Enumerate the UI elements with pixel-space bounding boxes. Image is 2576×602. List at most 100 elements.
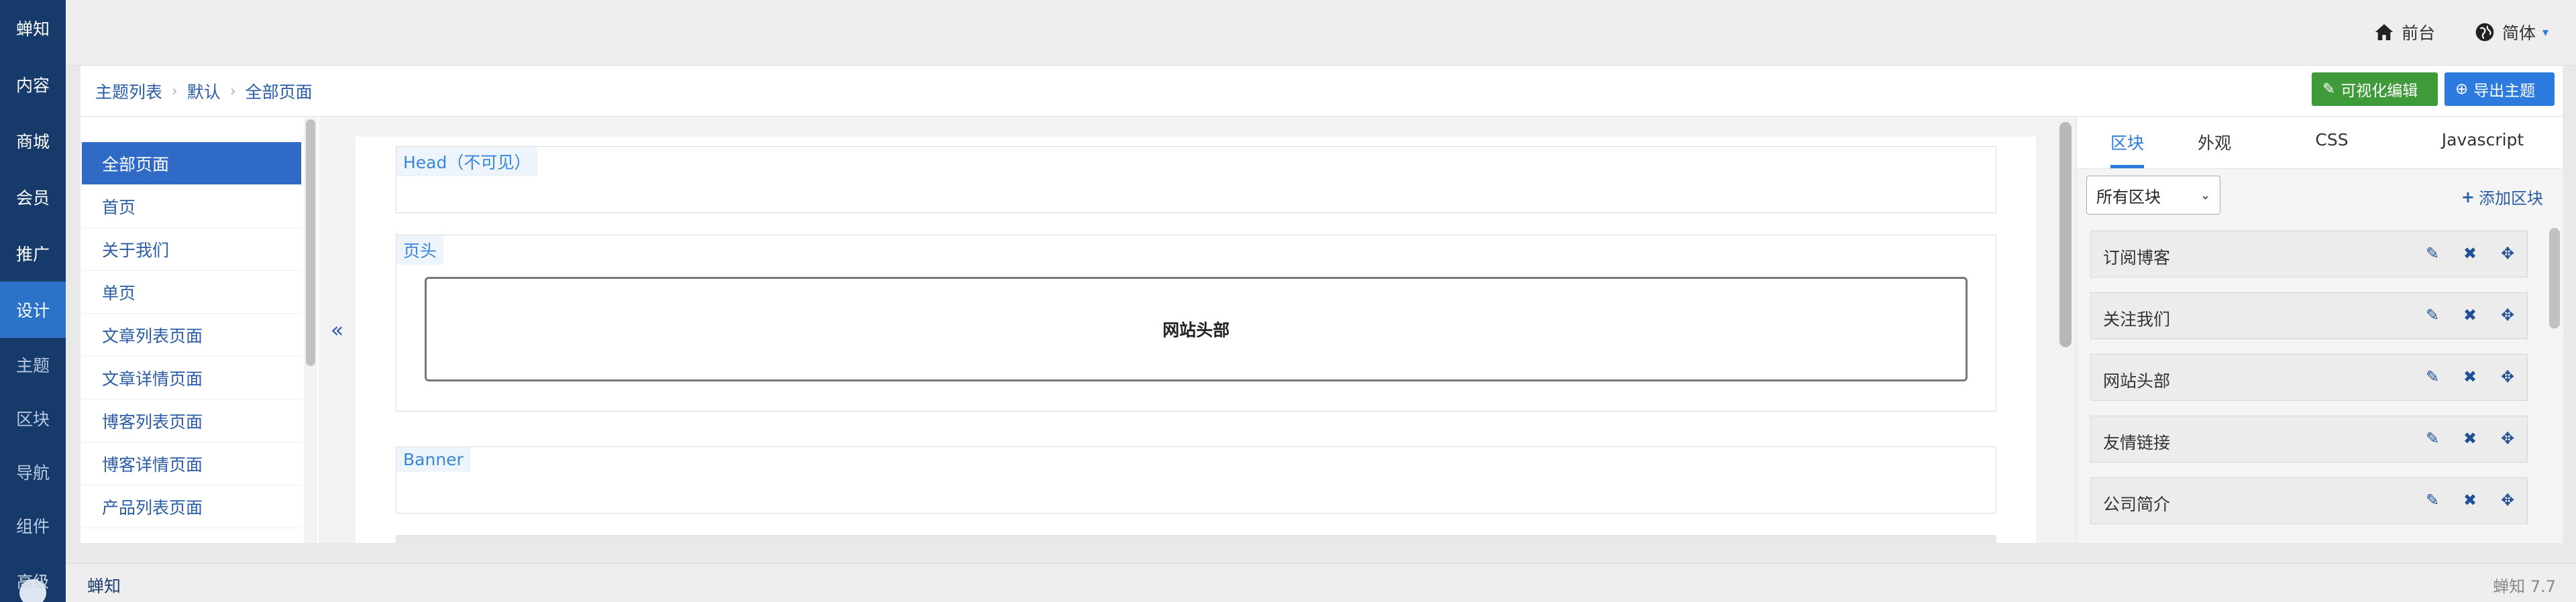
page-item[interactable]: 文章详情页面 [82,357,301,400]
pencil-icon[interactable]: ✎ [2424,491,2441,509]
footer-version: 蝉知 7.7 [2493,577,2556,596]
chevron-right-icon: › [172,82,178,100]
close-icon[interactable]: ✖ [2461,491,2479,509]
nav-sub-navigation[interactable]: 导航 [0,445,66,499]
page-list-scroll-thumb[interactable] [306,119,315,366]
page-item-label: 文章详情页面 [102,369,203,389]
filter-row: 所有区块 ⌄ + 添加区块 [2077,169,2563,223]
pencil-icon[interactable]: ✎ [2424,306,2441,324]
nav-item-label: 商城 [15,132,50,152]
page-item[interactable]: 文章列表页面 [82,314,301,357]
nav-sub-theme[interactable]: 主题 [0,338,66,392]
page-item-label: 产品列表页面 [102,497,203,518]
canvas-scroll-thumb[interactable] [2059,122,2072,347]
left-nav: 蝉知 内容 商城 会员 推广 设计 主题 区块 导航 组件 高级 [0,0,66,602]
page-item[interactable]: 博客列表页面 [82,400,301,442]
nav-item-design[interactable]: 设计 [0,282,66,338]
block-filter-value: 所有区块 [2096,187,2161,206]
home-icon [2375,24,2394,40]
block-name: 关注我们 [2103,310,2171,329]
page-item[interactable]: 首页 [82,185,301,228]
nav-item-promote[interactable]: 推广 [0,225,66,282]
page-item-label: 文章列表页面 [102,326,203,346]
site-header-text: 网站头部 [1162,320,1230,340]
block-label: Head（不可见） [396,147,538,176]
page-item[interactable]: 博客详情页面 [82,442,301,485]
language-label: 简体 [2502,23,2536,43]
move-icon[interactable]: ✥ [2499,491,2516,509]
move-icon[interactable]: ✥ [2499,244,2516,263]
visual-edit-label: 可视化编辑 [2341,82,2418,100]
site-header-widget[interactable]: 网站头部 [425,277,1968,381]
block-filter-select[interactable]: 所有区块 ⌄ [2086,176,2220,215]
breadcrumb-item[interactable]: 默认 [187,79,221,103]
page-item-label: 首页 [102,197,136,217]
block-list-item[interactable]: 网站头部 ✎ ✖ ✥ [2090,354,2528,401]
block-list-item[interactable]: 友情链接 ✎ ✖ ✥ [2090,416,2528,463]
tab-appearance[interactable]: 外观 [2194,130,2235,154]
tab-css[interactable]: CSS [2308,130,2355,149]
breadcrumb: 主题列表 › 默认 › 全部页面 [95,79,313,103]
export-theme-button[interactable]: ⊕ 导出主题 [2445,72,2555,106]
banner-block[interactable]: Banner [396,446,1996,514]
block-name: 友情链接 [2103,433,2171,453]
nav-sub-label: 区块 [15,410,50,429]
page-item[interactable]: 单页 [82,271,301,314]
breadcrumb-item[interactable]: 主题列表 [95,79,162,103]
move-icon[interactable]: ✥ [2499,429,2516,448]
block-panel: 区块 外观 CSS Javascript 所有区块 ⌄ + 添加区块 订阅博客 … [2076,117,2563,543]
block-list-item[interactable]: 订阅博客 ✎ ✖ ✥ [2090,231,2528,278]
close-icon[interactable]: ✖ [2461,306,2479,324]
move-icon[interactable]: ✥ [2499,367,2516,386]
nav-sub-blocks[interactable]: 区块 [0,392,66,445]
language-dropdown[interactable]: 简体 ▾ [2474,20,2548,44]
chevron-right-icon: › [229,82,236,100]
nav-item-brand[interactable]: 蝉知 [0,0,66,56]
nav-item-label: 蝉知 [15,19,50,39]
collapse-toggle[interactable]: « [319,117,356,543]
nav-item-label: 内容 [15,76,50,95]
block-list-item[interactable]: 公司简介 ✎ ✖ ✥ [2090,477,2528,524]
caret-down-icon: ▾ [2542,25,2549,40]
nav-item-shop[interactable]: 商城 [0,113,66,169]
pencil-icon: ✎ [2322,80,2336,98]
footer: 蝉知 蝉知 7.7 [66,563,2576,602]
breadcrumb-bar: 主题列表 › 默认 › 全部页面 ✎ 可视化编辑 ⊕ 导出主题 [80,66,2563,117]
block-list-scroll-thumb[interactable] [2549,228,2560,328]
plus-icon: + [2461,187,2475,206]
globe-icon [2475,23,2494,42]
close-icon[interactable]: ✖ [2461,244,2479,263]
block-name: 网站头部 [2103,371,2171,391]
close-icon[interactable]: ✖ [2461,429,2479,448]
page-item[interactable]: 关于我们 [82,228,301,271]
block-list: 订阅博客 ✎ ✖ ✥ 关注我们 ✎ ✖ ✥ 网站头部 ✎ ✖ ✥ 友情链接 ✎ ✖ ✥ 公司简介… [2077,223,2563,543]
tab-javascript[interactable]: Javascript [2436,130,2530,149]
head-block[interactable]: Head（不可见） [396,146,1996,213]
frontend-link[interactable]: 前台 [2373,20,2435,44]
page-item[interactable]: 产品列表页面 [82,485,301,528]
nav-item-label: 设计 [15,301,50,320]
page-list: 全部页面 首页 关于我们 单页 文章列表页面 文章详情页面 博客列表页面 博客详… [80,117,319,543]
footer-brand[interactable]: 蝉知 [87,573,121,597]
add-block-button[interactable]: + 添加区块 [2461,185,2543,208]
page-item[interactable]: 全部页面 [82,142,301,185]
pencil-icon[interactable]: ✎ [2424,367,2441,386]
nav-item-member[interactable]: 会员 [0,169,66,225]
block-name: 订阅博客 [2103,248,2171,267]
nav-sub-advanced[interactable]: 高级 [0,566,66,602]
block-list-item[interactable]: 关注我们 ✎ ✖ ✥ [2090,292,2528,339]
nav-sub-components[interactable]: 组件 [0,499,66,552]
header-block[interactable]: 页头 网站头部 [396,235,1996,412]
breadcrumb-item[interactable]: 全部页面 [246,79,313,103]
double-chevron-left-icon: « [330,317,344,343]
pencil-icon[interactable]: ✎ [2424,244,2441,263]
pencil-icon[interactable]: ✎ [2424,429,2441,448]
top-bar: 前台 简体 ▾ [66,0,2576,66]
nav-sub-label: 导航 [15,463,50,483]
close-icon[interactable]: ✖ [2461,367,2479,386]
download-circle-icon: ⊕ [2455,80,2469,98]
visual-edit-button[interactable]: ✎ 可视化编辑 [2312,72,2438,106]
nav-item-content[interactable]: 内容 [0,56,66,113]
tab-blocks[interactable]: 区块 [2107,130,2147,154]
move-icon[interactable]: ✥ [2499,306,2516,324]
